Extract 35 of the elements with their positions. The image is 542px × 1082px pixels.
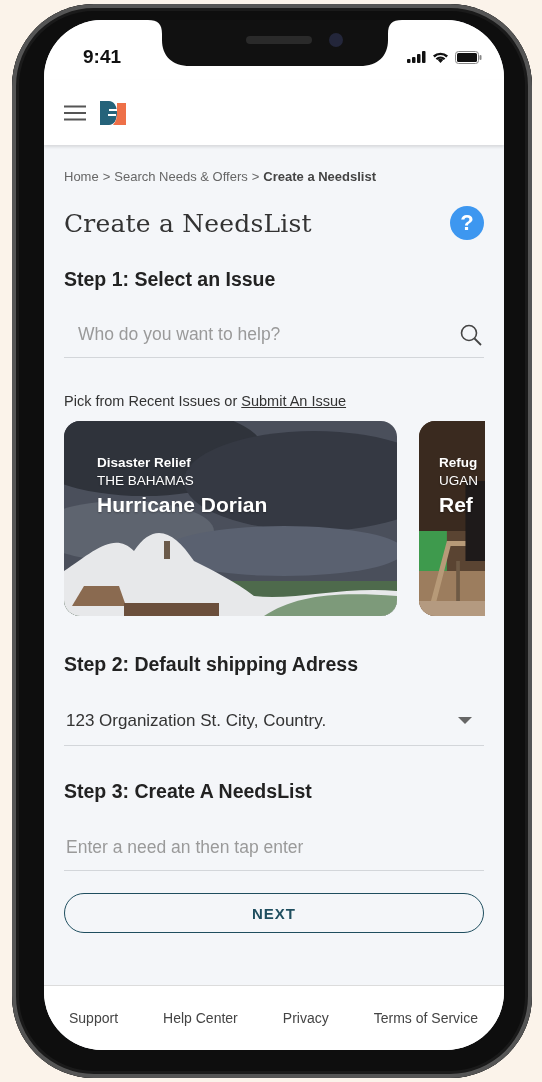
footer-link[interactable]: Support bbox=[69, 1010, 119, 1026]
search-icon bbox=[460, 323, 482, 346]
caret-icon bbox=[458, 716, 472, 725]
status-time: 9:41 bbox=[83, 46, 122, 68]
issue-category: Refug bbox=[439, 454, 478, 472]
menu-button[interactable] bbox=[64, 104, 86, 121]
breadcrumb-separator: > bbox=[102, 169, 111, 185]
logo-icon[interactable] bbox=[100, 100, 126, 125]
pick-issue-text: Pick from Recent Issues or Submit An Issue bbox=[64, 392, 348, 410]
issue-category: Disaster Relief bbox=[97, 454, 191, 472]
battery-icon bbox=[455, 50, 482, 64]
issue-card[interactable]: Disaster Relief THE BAHAMAS Hurricane Dorian bbox=[64, 421, 397, 616]
footer-link[interactable]: Help Center bbox=[163, 1010, 238, 1026]
breadcrumb-current: Create a Needslist bbox=[263, 169, 377, 185]
issue-title: Ref bbox=[439, 492, 473, 518]
address-dropdown[interactable]: 123 Organization St. City, Country. bbox=[64, 696, 484, 746]
need-input-field[interactable]: Enter a need an then tap enter bbox=[66, 836, 482, 858]
step-title: Step 2: Default shipping Adress bbox=[64, 652, 359, 677]
issue-location: THE BAHAMAS bbox=[97, 472, 194, 490]
page-title: Create a NeedsList bbox=[64, 208, 312, 238]
wifi-icon bbox=[432, 51, 449, 63]
signal-icon bbox=[407, 51, 426, 63]
issue-location: UGAN bbox=[439, 472, 478, 490]
breadcrumb-separator: > bbox=[251, 169, 260, 185]
submit-issue-link[interactable]: Submit An Issue bbox=[241, 393, 347, 409]
footer-link[interactable]: Terms of Service bbox=[373, 1010, 478, 1026]
step-title: Step 3: Create A NeedsList bbox=[64, 779, 313, 804]
search-field[interactable]: Who do you want to help? bbox=[78, 324, 460, 345]
issue-card[interactable]: Refug UGAN Ref bbox=[419, 421, 485, 616]
menu-icon bbox=[64, 104, 86, 121]
footer-link[interactable]: Privacy bbox=[282, 1010, 329, 1026]
issue-title: Hurricane Dorian bbox=[97, 492, 268, 518]
breadcrumb-link[interactable]: Home bbox=[64, 169, 99, 185]
step-title: Step 1: Select an Issue bbox=[64, 267, 277, 292]
breadcrumb-link[interactable]: Search Needs & Offers bbox=[114, 169, 248, 185]
